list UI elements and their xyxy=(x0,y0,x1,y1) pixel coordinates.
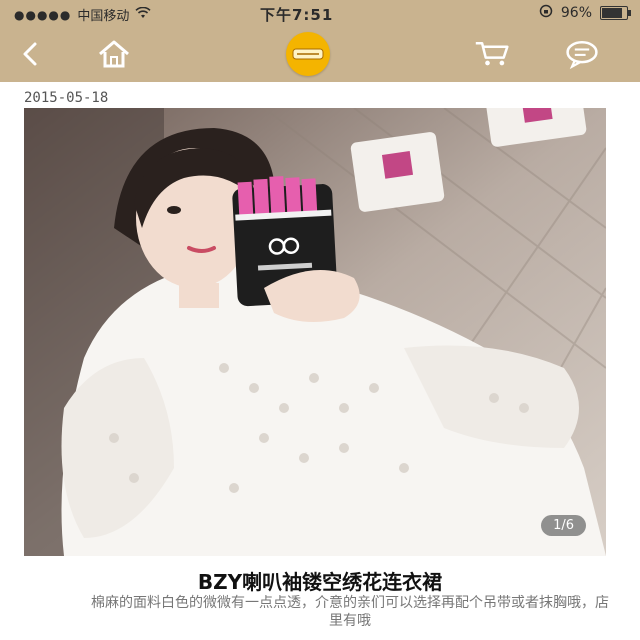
post-date: 2015-05-18 xyxy=(24,90,109,106)
carrier-info: ●●●●● 中国移动 xyxy=(14,5,151,24)
status-right: 96% xyxy=(539,4,631,22)
logo-icon[interactable] xyxy=(286,32,330,76)
product-photo[interactable]: 1/6 xyxy=(24,108,606,556)
home-icon[interactable] xyxy=(96,36,132,72)
rotation-lock-icon xyxy=(539,4,553,22)
image-counter: 1/6 xyxy=(541,515,586,536)
carrier-name: 中国移动 xyxy=(77,9,130,24)
product-description: 棉麻的面料白色的微微有一点点透，介意的亲们可以选择再配个吊带或者抹胸哦，店里有哦 xyxy=(91,595,609,629)
signal-strength-icon: ●●●●● xyxy=(14,7,72,22)
top-nav-bar xyxy=(0,26,640,82)
status-bar: ●●●●● 中国移动 下午7:51 96% xyxy=(0,0,640,26)
wifi-icon xyxy=(135,6,151,23)
back-icon[interactable] xyxy=(12,36,48,72)
clock: 下午7:51 xyxy=(260,6,334,24)
cart-icon[interactable] xyxy=(474,36,510,72)
product-photo-illustration xyxy=(24,108,606,556)
battery-percent: 96% xyxy=(560,5,592,21)
product-title: BZY喇叭袖镂空绣花连衣裙 xyxy=(197,570,443,594)
chat-icon[interactable] xyxy=(564,36,600,72)
battery-icon xyxy=(600,6,631,20)
